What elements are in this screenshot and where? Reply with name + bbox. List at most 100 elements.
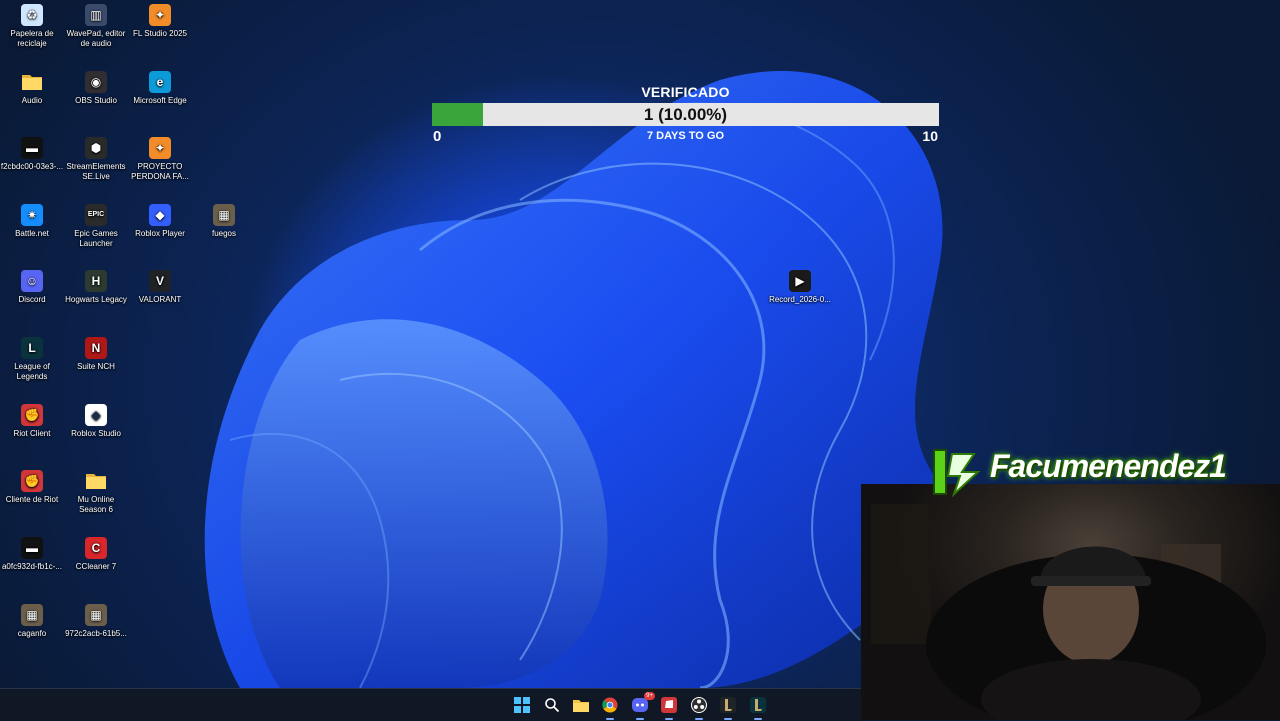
desktop-icon-label: WavePad, editor de audio [66,29,126,48]
fl-project-icon: ✦ [149,137,171,159]
desktop-icon-label: VALORANT [138,295,182,304]
desktop-icon[interactable]: ◆ Roblox Studio [64,404,128,439]
desktop-icon-label: a0fc932d-fb1c-... [1,562,63,571]
goal-max: 10 [922,128,938,144]
roblox-studio-icon: ◆ [85,404,107,426]
desktop-icon[interactable]: ✊ Cliente de Riot [0,470,64,505]
desktop-icon[interactable]: ▬ a0fc932d-fb1c-... [0,537,64,572]
desktop-icon-label: Audio [21,96,43,105]
goal-days-remaining: 7 DAYS TO GO [646,130,725,142]
desktop-icon[interactable]: V VALORANT [128,270,192,305]
desktop-icon-label: PROYECTO PERDONA FA... [131,162,189,181]
desktop-icon[interactable]: ▶ Record_2026-0... [768,270,832,305]
goal-title: VERIFICADO [641,84,730,100]
desktop-icon[interactable]: ▦ caganfo [0,604,64,639]
desktop-icon-label: Battle.net [15,229,49,238]
riot-icon: ✊ [21,470,43,492]
video-file-icon: ▶ [789,270,811,292]
desktop-icon-label: CCleaner 7 [75,562,117,571]
goal-widget: VERIFICADO 1 (10.00%) 0 7 DAYS TO GO 10 [432,84,939,148]
fl-studio-icon: ✦ [149,4,171,26]
file-icon: ▬ [21,537,43,559]
streamer-logo: Facumenendez1 [930,446,1227,498]
desktop-icon-label: Mu Online Season 6 [77,495,115,514]
desktop-icon[interactable]: ✦ FL Studio 2025 [128,4,192,39]
desktop-icon[interactable]: H Hogwarts Legacy [64,270,128,305]
desktop-icon[interactable]: N Suite NCH [64,337,128,372]
desktop-icon[interactable]: ▥ WavePad, editor de audio [64,4,128,49]
desktop-icon[interactable]: Audio [0,71,64,106]
search-icon[interactable] [543,696,561,714]
desktop-icon[interactable]: ▦ fuegos [192,204,256,239]
obs-icon[interactable] [690,696,708,720]
discord-notification-badge: 9+ [644,692,655,700]
desktop-icon-label: Microsoft Edge [133,96,187,105]
ccleaner-icon: C [85,537,107,559]
desktop-icon[interactable]: Mu Online Season 6 [64,470,128,515]
goal-progress-bar: 1 (10.00%) [432,103,939,126]
roblox-icon: ◆ [149,204,171,226]
league-icon: L [21,337,43,359]
desktop-icon-label: Roblox Studio [71,429,121,438]
folder-icon [21,71,43,93]
desktop-icon-label: fuegos [211,229,237,238]
file-icon: ▬ [21,137,43,159]
desktop-icon[interactable]: ✦ PROYECTO PERDONA FA... [128,137,192,182]
desktop-icon-label: OBS Studio [75,96,117,105]
desktop-icon-label: Record_2026-0... [769,295,831,304]
desktop-icon-label: caganfo [17,629,47,638]
desktop-icon-label: Suite NCH [77,362,115,371]
desktop-icon[interactable]: L League of Legends [0,337,64,382]
desktop-icon[interactable]: ◉ OBS Studio [64,71,128,106]
desktop-icon[interactable]: ☺ Discord [0,270,64,305]
folder-icon [85,470,107,492]
desktop-icon-label: Discord [18,295,46,304]
desktop-icon[interactable]: ▬ f2cbdc00-03e3-... [0,137,64,172]
desktop-icon[interactable]: ▦ 972c2acb-61b5... [64,604,128,639]
epic-games-icon: EPIC [85,204,107,226]
league-icon[interactable] [719,696,737,720]
desktop-icon[interactable]: EPIC Epic Games Launcher [64,204,128,249]
league-client-icon[interactable] [749,696,767,720]
desktop-icon-label: Epic Games Launcher [74,229,118,248]
edge-icon: e [149,71,171,93]
wavepad-icon: ▥ [85,4,107,26]
desktop-icon[interactable]: ✊ Riot Client [0,404,64,439]
riot-icon: ✊ [21,404,43,426]
file-explorer-icon[interactable] [572,696,590,714]
streamelements-icon: ⬢ [85,137,107,159]
hogwarts-icon: H [85,270,107,292]
webcam-feed [861,484,1280,720]
desktop-icon[interactable]: e Microsoft Edge [128,71,192,106]
chrome-icon[interactable] [601,696,619,720]
taskbar: 9+ [0,688,861,721]
riot-icon[interactable] [660,696,678,720]
windows-start-icon[interactable] [513,696,531,714]
desktop-icon[interactable]: ✷ Battle.net [0,204,64,239]
desktop-icon[interactable]: ♻ Papelera de reciclaje [0,4,64,49]
discord-icon: ☺ [21,270,43,292]
desktop-icon-label: Riot Client [13,429,51,438]
streamer-name: Facumenendez1 [990,448,1227,484]
desktop-icon-label: StreamElements SE.Live [66,162,126,181]
image-file-icon: ▦ [213,204,235,226]
battlenet-icon: ✷ [21,204,43,226]
goal-value: 1 (10.00%) [643,105,728,124]
desktop-icon-label: Hogwarts Legacy [65,295,127,304]
valorant-icon: V [149,270,171,292]
obs-icon: ◉ [85,71,107,93]
image-file-icon: ▦ [85,604,107,626]
nch-icon: N [85,337,107,359]
desktop-icon-label: Roblox Player [135,229,185,238]
discord-icon[interactable]: 9+ [631,692,655,720]
desktop-icon-label: FL Studio 2025 [133,29,187,38]
image-file-icon: ▦ [21,604,43,626]
recycle-bin-icon: ♻ [21,4,43,26]
desktop-icon-label: Papelera de reciclaje [10,29,54,48]
desktop-icon[interactable]: ◆ Roblox Player [128,204,192,239]
desktop-icon[interactable]: ⬢ StreamElements SE.Live [64,137,128,182]
desktop-icon[interactable]: C CCleaner 7 [64,537,128,572]
desktop-icon-label: f2cbdc00-03e3-... [0,162,64,171]
desktop-icon-label: League of Legends [14,362,50,381]
desktop-icon-label: Cliente de Riot [5,495,59,504]
